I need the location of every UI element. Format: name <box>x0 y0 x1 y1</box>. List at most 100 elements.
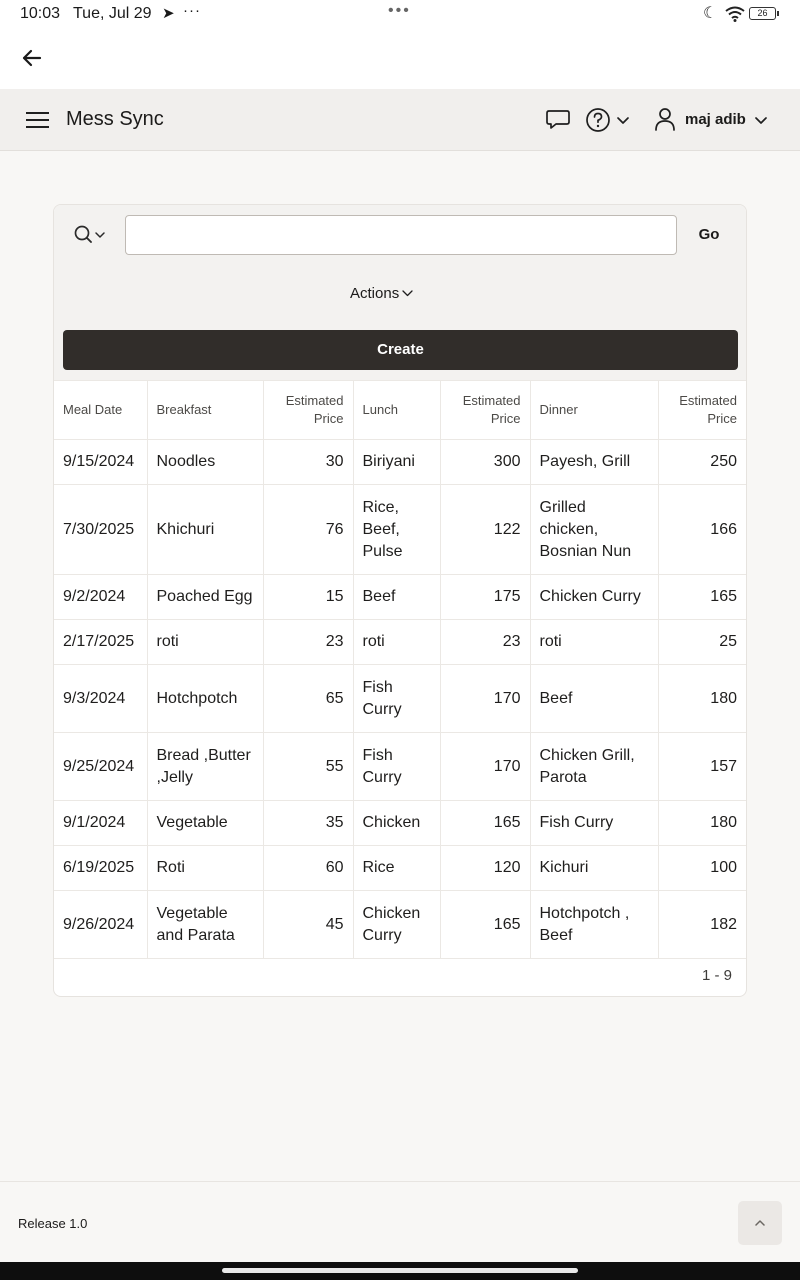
table-header-row: Meal Date Breakfast Estimated Price Lunc… <box>54 380 746 440</box>
table-cell: Khichuri <box>147 484 264 575</box>
table-cell: Chicken <box>353 800 441 846</box>
table-cell: Vegetable <box>147 800 264 846</box>
system-nav-bar <box>0 1262 800 1280</box>
table-cell: 170 <box>440 664 531 733</box>
table-cell: Beef <box>530 664 659 733</box>
table-cell: Kichuri <box>530 845 659 891</box>
table-cell: 122 <box>440 484 531 575</box>
release-label: Release 1.0 <box>18 1216 88 1231</box>
chat-bubble-icon[interactable] <box>545 108 571 132</box>
table-cell: 45 <box>263 890 354 959</box>
table-cell: 25 <box>658 619 746 665</box>
app-title[interactable]: Mess Sync <box>66 108 164 131</box>
table-cell: 300 <box>440 439 531 485</box>
table-cell: Payesh, Grill <box>530 439 659 485</box>
table-cell: Rice <box>353 845 441 891</box>
table-cell: Chicken Grill, Parota <box>530 732 659 801</box>
go-button[interactable]: Go <box>689 219 729 251</box>
app-header: Mess Sync maj adib <box>0 89 800 151</box>
table-cell: Beef <box>353 574 441 620</box>
table-row: 9/2/2024 Poached Egg 15 Beef 175 Chicken… <box>54 574 746 620</box>
table-cell: 2/17/2025 <box>54 619 148 665</box>
table-cell: Grilled chicken, Bosnian Nun <box>530 484 659 575</box>
create-button[interactable]: Create <box>63 330 738 370</box>
search-input[interactable] <box>125 215 677 255</box>
page-footer: Release 1.0 <box>0 1181 800 1262</box>
hamburger-icon[interactable] <box>26 112 49 128</box>
user-name[interactable]: maj adib <box>685 111 746 128</box>
report-region: Go Actions Create Meal Date Breakfast Es… <box>53 204 747 997</box>
table-cell: 6/19/2025 <box>54 845 148 891</box>
table-cell: Fish Curry <box>353 664 441 733</box>
table-cell: 180 <box>658 664 746 733</box>
table-cell: 9/15/2024 <box>54 439 148 485</box>
chevron-down-icon[interactable] <box>616 113 630 127</box>
table-row: 6/19/2025 Roti 60 Rice 120 Kichuri 100 <box>54 845 746 891</box>
status-center-dots: ••• <box>388 2 411 19</box>
table-cell: Fish Curry <box>353 732 441 801</box>
table-cell: 23 <box>263 619 354 665</box>
table-cell: Chicken Curry <box>353 890 441 959</box>
table-cell: 9/3/2024 <box>54 664 148 733</box>
nav-bar <box>0 28 800 89</box>
table-cell: 157 <box>658 732 746 801</box>
table-cell: 165 <box>658 574 746 620</box>
table-cell: 165 <box>440 890 531 959</box>
col-header[interactable]: Estimated Price <box>440 380 531 440</box>
table-cell: 9/26/2024 <box>54 890 148 959</box>
table-cell: 9/1/2024 <box>54 800 148 846</box>
user-icon[interactable] <box>654 107 676 131</box>
scroll-top-button[interactable] <box>738 1201 782 1245</box>
table-cell: roti <box>353 619 441 665</box>
moon-icon: ☾ <box>703 5 718 22</box>
table-cell: 65 <box>263 664 354 733</box>
chevron-down-icon[interactable] <box>754 113 768 127</box>
table-cell: 100 <box>658 845 746 891</box>
table-cell: 55 <box>263 732 354 801</box>
status-bar: 10:03 Tue, Jul 29 ➤ ··· ••• ☾ 26 <box>0 0 800 28</box>
table-cell: roti <box>147 619 264 665</box>
table-cell: Bread ,Butter ,Jelly <box>147 732 264 801</box>
chevron-up-icon <box>755 1220 765 1226</box>
search-icon[interactable] <box>73 223 109 247</box>
table-cell: Hotchpotch <box>147 664 264 733</box>
pagination-label: 1 - 9 <box>701 967 732 984</box>
table-cell: 166 <box>658 484 746 575</box>
arrow-left-icon[interactable] <box>18 44 46 72</box>
actions-label: Actions <box>350 284 400 302</box>
table-cell: Noodles <box>147 439 264 485</box>
table-cell: Chicken Curry <box>530 574 659 620</box>
table-row: 9/26/2024 Vegetable and Parata 45 Chicke… <box>54 890 746 959</box>
table-cell: 60 <box>263 845 354 891</box>
col-header[interactable]: Breakfast <box>147 380 264 440</box>
status-date: Tue, Jul 29 <box>73 5 152 22</box>
table-cell: Hotchpotch , Beef <box>530 890 659 959</box>
table-cell: 170 <box>440 732 531 801</box>
table-cell: Vegetable and Parata <box>147 890 264 959</box>
table-cell: 175 <box>440 574 531 620</box>
table-cell: 30 <box>263 439 354 485</box>
table-cell: 35 <box>263 800 354 846</box>
home-indicator[interactable] <box>222 1268 578 1273</box>
col-header[interactable]: Estimated Price <box>658 380 746 440</box>
col-header[interactable]: Estimated Price <box>263 380 354 440</box>
table-cell: Fish Curry <box>530 800 659 846</box>
table-cell: 15 <box>263 574 354 620</box>
question-circle-icon[interactable] <box>585 107 611 133</box>
telegram-icon: ➤ <box>162 5 175 22</box>
table-cell: 9/2/2024 <box>54 574 148 620</box>
col-header[interactable]: Dinner <box>530 380 659 440</box>
col-header[interactable]: Lunch <box>353 380 441 440</box>
actions-menu-button[interactable]: Actions <box>350 281 413 305</box>
table-cell: 76 <box>263 484 354 575</box>
col-header[interactable]: Meal Date <box>54 380 148 440</box>
report-toolbar: Go Actions Create <box>54 205 746 380</box>
table-row: 9/1/2024 Vegetable 35 Chicken 165 Fish C… <box>54 800 746 846</box>
table-cell: 120 <box>440 845 531 891</box>
status-more: ··· <box>183 2 201 19</box>
table-cell: 7/30/2025 <box>54 484 148 575</box>
status-time: 10:03 <box>20 5 61 22</box>
table-cell: 180 <box>658 800 746 846</box>
meal-table: Meal Date Breakfast Estimated Price Lunc… <box>54 380 746 959</box>
table-cell: 165 <box>440 800 531 846</box>
